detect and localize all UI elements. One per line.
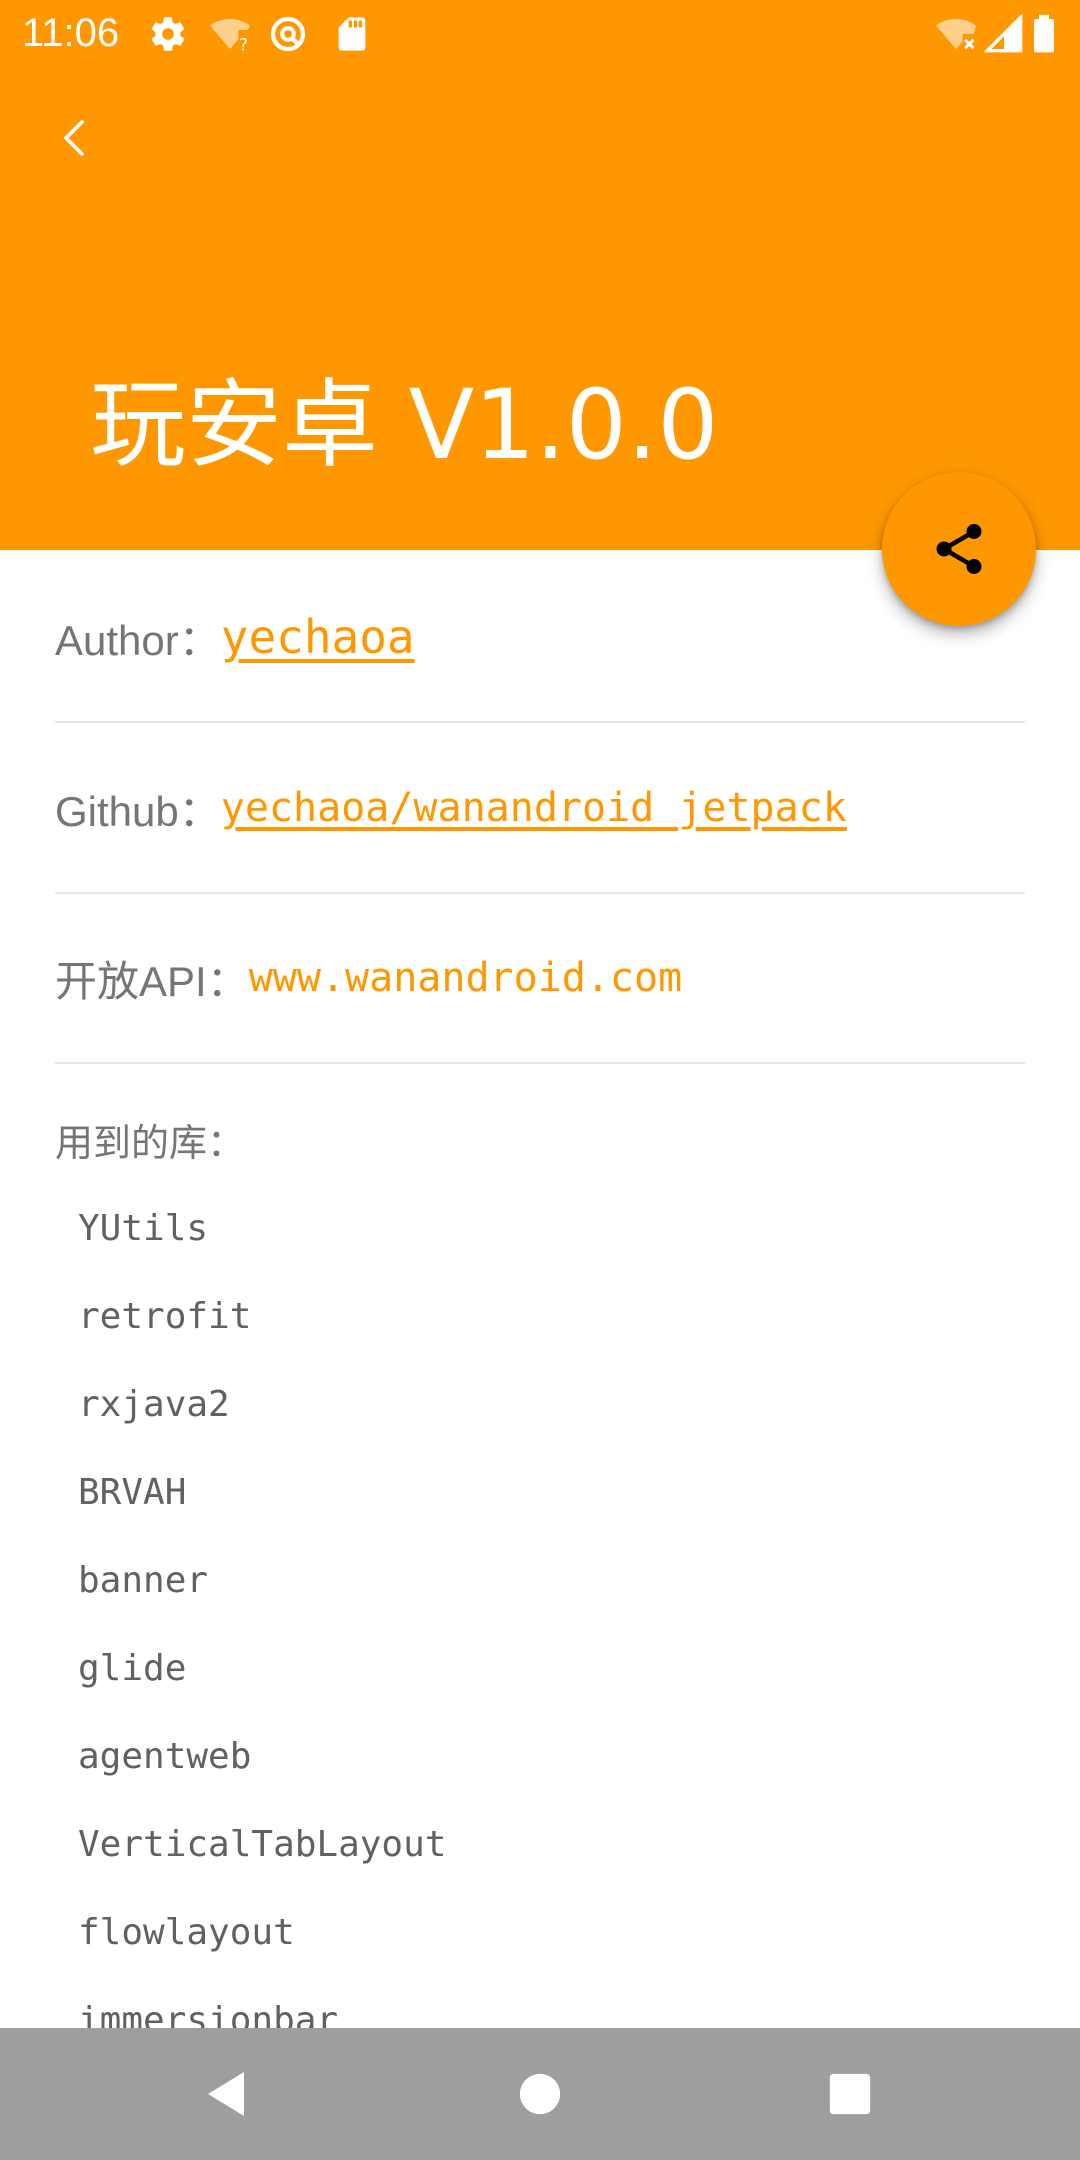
libraries-list: YUtils retrofit rxjava2 BRVAH banner gli… [78, 1205, 446, 2085]
recents-square-icon [829, 2073, 871, 2115]
nav-recents-button[interactable] [820, 2064, 880, 2124]
list-item: glide [78, 1648, 187, 1689]
list-item: VerticalTabLayout [78, 1824, 447, 1865]
author-row: Author： yechaoa [55, 553, 1025, 723]
wifi-off-icon [934, 14, 976, 54]
status-time: 11:06 [22, 11, 120, 55]
sd-card-icon [332, 14, 372, 54]
home-circle-icon [519, 2073, 561, 2115]
list-item: flowlayout [78, 1912, 295, 1953]
github-row: Github： yechaoa/wanandroid_jetpack [55, 724, 1025, 894]
list-item: YUtils [78, 1208, 209, 1249]
wifi-question-icon: ? [208, 14, 250, 55]
github-label: Github： [55, 787, 221, 835]
list-item: rxjava2 [78, 1384, 230, 1425]
app-header: 11:06 ? 玩安卓 V1.0.0 [0, 0, 1080, 550]
back-button[interactable] [40, 102, 112, 174]
api-row: 开放API： www.wanandroid.com [55, 894, 1025, 1064]
author-label: Author： [55, 616, 221, 664]
about-screen: 11:06 ? 玩安卓 V1.0.0 Author： yechaoa Githu… [0, 0, 1080, 2160]
back-triangle-icon [208, 2072, 244, 2116]
page-title: 玩安卓 V1.0.0 [90, 369, 719, 481]
github-link[interactable]: yechaoa/wanandroid_jetpack [221, 785, 847, 831]
list-item: agentweb [78, 1736, 252, 1777]
nav-home-button[interactable] [510, 2064, 570, 2124]
sync-icon [268, 14, 308, 54]
gear-icon [148, 14, 188, 54]
battery-icon [1030, 14, 1070, 54]
list-item: banner [78, 1560, 209, 1601]
author-link[interactable]: yechaoa [221, 610, 415, 664]
api-label: 开放API： [55, 957, 249, 1005]
navigation-bar [0, 2028, 1080, 2160]
chevron-left-icon [64, 120, 84, 156]
libraries-title: 用到的库： [55, 1121, 246, 1165]
list-item: retrofit [78, 1296, 252, 1337]
signal-icon [983, 13, 1024, 54]
share-icon [936, 524, 982, 574]
list-item: BRVAH [78, 1472, 187, 1513]
svg-text:?: ? [239, 36, 248, 54]
status-bar: 11:06 ? [0, 0, 1080, 66]
nav-back-button[interactable] [196, 2064, 256, 2124]
share-button[interactable] [882, 472, 1036, 626]
api-link[interactable]: www.wanandroid.com [249, 955, 682, 1001]
